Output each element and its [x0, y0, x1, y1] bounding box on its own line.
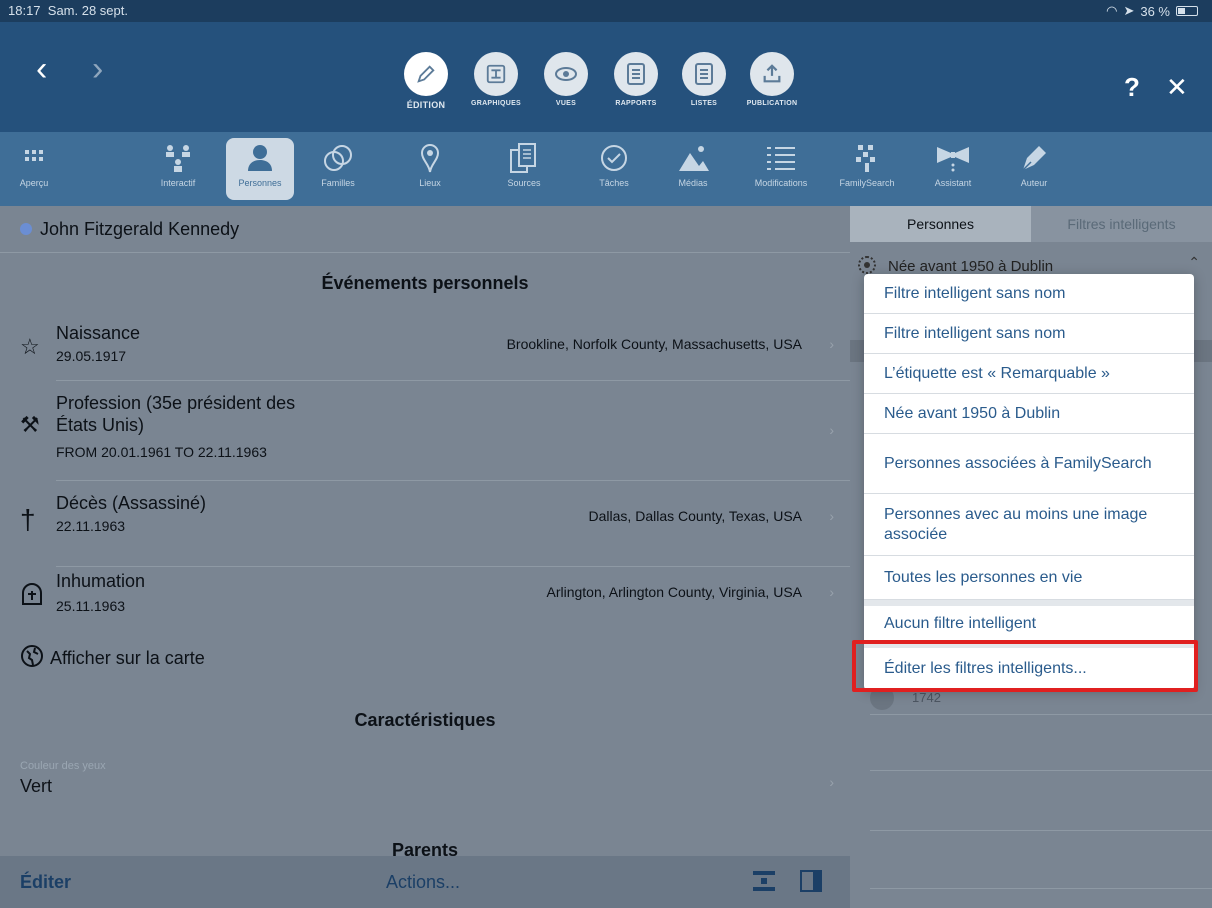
report-icon: [614, 52, 658, 96]
tool-auteur[interactable]: Auteur: [1004, 138, 1064, 200]
battery-icon: [1176, 6, 1198, 16]
menu-item-no-filter[interactable]: Aucun filtre intelligent: [864, 600, 1194, 642]
eye-icon: [544, 52, 588, 96]
familysearch-icon: [826, 138, 908, 178]
mode-publication[interactable]: PUBLICATION: [744, 52, 800, 107]
person-detail: John Fitzgerald Kennedy Événements perso…: [0, 206, 850, 908]
check-icon: [584, 138, 644, 178]
chevron-right-icon: ›: [829, 508, 834, 524]
show-map-link[interactable]: Afficher sur la carte: [20, 644, 205, 673]
sidebar-tabs: Personnes Filtres intelligents: [850, 206, 1212, 242]
battery-level: 36 %: [1140, 3, 1170, 19]
chevron-right-icon: ›: [829, 774, 834, 790]
back-button[interactable]: ‹: [36, 50, 47, 89]
rings-icon: [302, 138, 374, 178]
tool-modifications[interactable]: Modifications: [736, 138, 826, 200]
star-icon: ☆: [20, 334, 40, 359]
person-header: John Fitzgerald Kennedy: [0, 206, 850, 252]
mode-rapports[interactable]: RAPPORTS: [608, 52, 664, 107]
location-icon: ➤: [1123, 3, 1135, 18]
section-characteristics-title: Caractéristiques: [354, 710, 496, 730]
tab-personnes[interactable]: Personnes: [850, 206, 1031, 242]
event-burial[interactable]: Inhumation 25.11.1963 Arlington, Arlingt…: [0, 568, 850, 626]
chevron-right-icon: ›: [829, 584, 834, 600]
tool-familysearch[interactable]: FamilySearch: [826, 138, 908, 200]
help-button[interactable]: ?: [1124, 72, 1140, 103]
mode-vues[interactable]: VUES: [538, 52, 594, 107]
menu-item-filter-familysearch[interactable]: Personnes associées à FamilySearch: [864, 434, 1194, 494]
mode-listes[interactable]: LISTES: [676, 52, 732, 107]
chevron-right-icon: ›: [829, 422, 834, 438]
tool-assistant[interactable]: Assistant: [922, 138, 984, 200]
person-icon: [226, 138, 294, 178]
pen-icon: [1004, 138, 1064, 178]
edit-button[interactable]: Éditer: [20, 872, 71, 893]
forward-button[interactable]: ›: [92, 50, 103, 89]
bottom-toolbar: Éditer Actions...: [0, 856, 850, 908]
mountain-icon: [664, 138, 722, 178]
section-events-title: Événements personnels: [321, 273, 529, 293]
menu-item-filter-dublin[interactable]: Née avant 1950 à Dublin: [864, 394, 1194, 434]
list-item-year: 1742: [912, 690, 941, 705]
menu-item-filter-remarquable[interactable]: L’étiquette est « Remarquable »: [864, 354, 1194, 394]
tool-sources[interactable]: Sources: [494, 138, 554, 200]
sidebar-toggle-icon[interactable]: [800, 870, 822, 897]
actions-button[interactable]: Actions...: [386, 872, 460, 893]
menu-item-filter-unnamed-1[interactable]: Filtre intelligent sans nom: [864, 274, 1194, 314]
status-date: Sam. 28 sept.: [47, 3, 128, 18]
tool-apercu[interactable]: Aperçu: [6, 138, 62, 200]
hammer-icon: ⚒: [20, 412, 40, 437]
tab-filtres-intelligents[interactable]: Filtres intelligents: [1031, 206, 1212, 242]
list-lines-icon: [736, 138, 826, 178]
mode-edition[interactable]: ÉDITION: [398, 52, 454, 110]
status-bar: 18:17 Sam. 28 sept. ◠ ➤ 36 %: [0, 0, 1212, 22]
tool-familles[interactable]: Familles: [302, 138, 374, 200]
menu-item-filter-unnamed-2[interactable]: Filtre intelligent sans nom: [864, 314, 1194, 354]
tomb-icon: [20, 582, 44, 612]
characteristic-eye-color[interactable]: Couleur des yeux Vert ›: [0, 752, 850, 802]
event-death[interactable]: † Décès (Assassiné) 22.11.1963 Dallas, D…: [0, 482, 850, 566]
close-button[interactable]: ✕: [1166, 72, 1188, 103]
mode-bar: ‹ › ÉDITION GRAPHIQUES VUES RAPPORTS LIS…: [0, 22, 1212, 132]
chart-icon: [474, 52, 518, 96]
tool-taches[interactable]: Tâches: [584, 138, 644, 200]
grid-icon: [6, 138, 62, 178]
tree-icon: [144, 138, 212, 178]
tool-lieux[interactable]: Lieux: [400, 138, 460, 200]
pencil-icon: [404, 52, 448, 96]
mode-graphiques[interactable]: GRAPHIQUES: [468, 52, 524, 107]
pin-icon: [400, 138, 460, 178]
wifi-icon: ◠: [1106, 3, 1118, 18]
highlight-box: [852, 640, 1198, 692]
chevron-right-icon: ›: [829, 336, 834, 352]
event-profession[interactable]: ⚒ Profession (35e président des États Un…: [0, 382, 850, 478]
menu-item-filter-alive[interactable]: Toutes les personnes en vie: [864, 556, 1194, 600]
bow-icon: [922, 138, 984, 178]
chart-toggle-icon[interactable]: [752, 870, 776, 897]
status-time: 18:17: [8, 3, 41, 18]
chevron-updown-icon: ⌃: [1188, 254, 1200, 270]
upload-icon: [750, 52, 794, 96]
cross-icon: †: [20, 504, 36, 535]
filter-icon: [858, 256, 876, 274]
documents-icon: [494, 138, 554, 178]
tool-interactif[interactable]: Interactif: [144, 138, 212, 200]
menu-item-filter-image[interactable]: Personnes avec au moins une image associ…: [864, 494, 1194, 556]
tool-medias[interactable]: Médias: [664, 138, 722, 200]
event-birth[interactable]: ☆ Naissance 29.05.1917 Brookline, Norfol…: [0, 318, 850, 380]
list-icon: [682, 52, 726, 96]
globe-icon: [20, 644, 44, 673]
person-name: John Fitzgerald Kennedy: [40, 218, 240, 239]
person-color-dot: [20, 223, 32, 235]
smart-filter-menu: Filtre intelligent sans nom Filtre intel…: [864, 274, 1194, 690]
tool-bar: Aperçu Interactif Personnes Familles Lie…: [0, 132, 1212, 206]
tool-personnes[interactable]: Personnes: [226, 138, 294, 200]
